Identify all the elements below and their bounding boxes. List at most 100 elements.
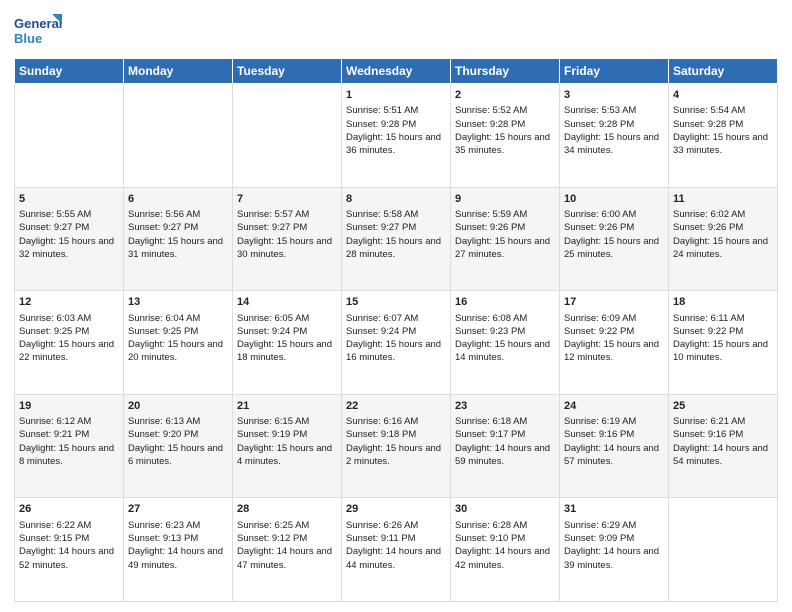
day-number: 29 xyxy=(346,502,446,517)
weekday-tuesday: Tuesday xyxy=(233,59,342,84)
day-number: 16 xyxy=(455,295,555,310)
day-info-line: Sunset: 9:28 PM xyxy=(455,118,555,131)
day-number: 27 xyxy=(128,502,228,517)
day-info-line: Sunrise: 6:09 AM xyxy=(564,312,664,325)
day-info-line: Sunrise: 6:26 AM xyxy=(346,519,446,532)
day-info-line: Sunrise: 6:12 AM xyxy=(19,415,119,428)
day-info-line: Sunrise: 5:53 AM xyxy=(564,104,664,117)
day-number: 1 xyxy=(346,88,446,103)
page: GeneralBlue SundayMondayTuesdayWednesday… xyxy=(0,0,792,612)
day-cell-22: 22Sunrise: 6:16 AMSunset: 9:18 PMDayligh… xyxy=(342,394,451,498)
day-info-line: Sunset: 9:12 PM xyxy=(237,532,337,545)
day-info-line: Sunrise: 6:15 AM xyxy=(237,415,337,428)
day-cell-3: 3Sunrise: 5:53 AMSunset: 9:28 PMDaylight… xyxy=(560,84,669,188)
day-number: 2 xyxy=(455,88,555,103)
day-cell-2: 2Sunrise: 5:52 AMSunset: 9:28 PMDaylight… xyxy=(451,84,560,188)
day-info-line: Daylight: 15 hours and 6 minutes. xyxy=(128,442,228,469)
day-info-line: Sunset: 9:25 PM xyxy=(19,325,119,338)
day-info-line: Sunrise: 6:28 AM xyxy=(455,519,555,532)
day-number: 31 xyxy=(564,502,664,517)
svg-text:General: General xyxy=(14,16,62,31)
empty-cell xyxy=(15,84,124,188)
day-info-line: Daylight: 15 hours and 22 minutes. xyxy=(19,338,119,365)
day-info-line: Daylight: 15 hours and 2 minutes. xyxy=(346,442,446,469)
day-cell-21: 21Sunrise: 6:15 AMSunset: 9:19 PMDayligh… xyxy=(233,394,342,498)
day-info-line: Sunset: 9:13 PM xyxy=(128,532,228,545)
day-info-line: Sunset: 9:28 PM xyxy=(346,118,446,131)
day-info-line: Sunset: 9:16 PM xyxy=(564,428,664,441)
day-info-line: Sunset: 9:17 PM xyxy=(455,428,555,441)
day-info-line: Sunrise: 5:55 AM xyxy=(19,208,119,221)
calendar-table: SundayMondayTuesdayWednesdayThursdayFrid… xyxy=(14,58,778,602)
day-number: 20 xyxy=(128,399,228,414)
day-info-line: Daylight: 15 hours and 18 minutes. xyxy=(237,338,337,365)
day-cell-6: 6Sunrise: 5:56 AMSunset: 9:27 PMDaylight… xyxy=(124,187,233,291)
day-cell-15: 15Sunrise: 6:07 AMSunset: 9:24 PMDayligh… xyxy=(342,291,451,395)
day-info-line: Sunset: 9:26 PM xyxy=(673,221,773,234)
day-info-line: Daylight: 15 hours and 28 minutes. xyxy=(346,235,446,262)
day-info-line: Sunrise: 5:57 AM xyxy=(237,208,337,221)
day-cell-16: 16Sunrise: 6:08 AMSunset: 9:23 PMDayligh… xyxy=(451,291,560,395)
day-cell-19: 19Sunrise: 6:12 AMSunset: 9:21 PMDayligh… xyxy=(15,394,124,498)
day-cell-31: 31Sunrise: 6:29 AMSunset: 9:09 PMDayligh… xyxy=(560,498,669,602)
day-number: 10 xyxy=(564,192,664,207)
week-row-3: 19Sunrise: 6:12 AMSunset: 9:21 PMDayligh… xyxy=(15,394,778,498)
day-number: 11 xyxy=(673,192,773,207)
svg-text:Blue: Blue xyxy=(14,31,42,46)
day-info-line: Sunset: 9:21 PM xyxy=(19,428,119,441)
day-info-line: Sunrise: 6:08 AM xyxy=(455,312,555,325)
day-cell-26: 26Sunrise: 6:22 AMSunset: 9:15 PMDayligh… xyxy=(15,498,124,602)
logo: GeneralBlue xyxy=(14,10,64,50)
day-cell-13: 13Sunrise: 6:04 AMSunset: 9:25 PMDayligh… xyxy=(124,291,233,395)
day-info-line: Daylight: 15 hours and 33 minutes. xyxy=(673,131,773,158)
day-number: 15 xyxy=(346,295,446,310)
day-cell-17: 17Sunrise: 6:09 AMSunset: 9:22 PMDayligh… xyxy=(560,291,669,395)
day-cell-11: 11Sunrise: 6:02 AMSunset: 9:26 PMDayligh… xyxy=(669,187,778,291)
day-info-line: Sunrise: 6:03 AM xyxy=(19,312,119,325)
week-row-2: 12Sunrise: 6:03 AMSunset: 9:25 PMDayligh… xyxy=(15,291,778,395)
day-number: 21 xyxy=(237,399,337,414)
day-info-line: Sunrise: 6:11 AM xyxy=(673,312,773,325)
day-info-line: Sunrise: 5:59 AM xyxy=(455,208,555,221)
empty-cell xyxy=(124,84,233,188)
day-info-line: Sunset: 9:10 PM xyxy=(455,532,555,545)
day-info-line: Sunrise: 6:21 AM xyxy=(673,415,773,428)
weekday-monday: Monday xyxy=(124,59,233,84)
day-info-line: Sunrise: 5:52 AM xyxy=(455,104,555,117)
day-info-line: Sunset: 9:26 PM xyxy=(564,221,664,234)
logo-svg: GeneralBlue xyxy=(14,10,64,50)
day-cell-12: 12 Sunrise: 6:03 AMSunset: 9:25 PMDayligh… xyxy=(15,291,124,395)
day-info-line: Sunset: 9:27 PM xyxy=(346,221,446,234)
day-info-line: Sunrise: 5:51 AM xyxy=(346,104,446,117)
day-info-line: Sunrise: 6:05 AM xyxy=(237,312,337,325)
day-info-line: Sunrise: 6:18 AM xyxy=(455,415,555,428)
day-info-line: Sunset: 9:28 PM xyxy=(673,118,773,131)
weekday-header-row: SundayMondayTuesdayWednesdayThursdayFrid… xyxy=(15,59,778,84)
day-info-line: Sunset: 9:20 PM xyxy=(128,428,228,441)
day-info-line: Daylight: 15 hours and 8 minutes. xyxy=(19,442,119,469)
day-cell-5: 5Sunrise: 5:55 AMSunset: 9:27 PMDaylight… xyxy=(15,187,124,291)
day-info-line: Sunrise: 6:02 AM xyxy=(673,208,773,221)
week-row-4: 26Sunrise: 6:22 AMSunset: 9:15 PMDayligh… xyxy=(15,498,778,602)
day-number: 12 xyxy=(19,295,119,310)
day-info-line: Sunset: 9:24 PM xyxy=(346,325,446,338)
day-cell-1: 1Sunrise: 5:51 AMSunset: 9:28 PMDaylight… xyxy=(342,84,451,188)
weekday-sunday: Sunday xyxy=(15,59,124,84)
weekday-thursday: Thursday xyxy=(451,59,560,84)
day-info-line: Sunset: 9:19 PM xyxy=(237,428,337,441)
day-number: 5 xyxy=(19,192,119,207)
empty-cell xyxy=(669,498,778,602)
day-number: 25 xyxy=(673,399,773,414)
day-info-line: Sunrise: 5:58 AM xyxy=(346,208,446,221)
day-number: 30 xyxy=(455,502,555,517)
day-info-line: Sunset: 9:09 PM xyxy=(564,532,664,545)
day-number: 4 xyxy=(673,88,773,103)
day-cell-24: 24Sunrise: 6:19 AMSunset: 9:16 PMDayligh… xyxy=(560,394,669,498)
day-info-line: Sunrise: 6:16 AM xyxy=(346,415,446,428)
day-info-line: Daylight: 15 hours and 27 minutes. xyxy=(455,235,555,262)
weekday-saturday: Saturday xyxy=(669,59,778,84)
day-info-line: Sunset: 9:24 PM xyxy=(237,325,337,338)
day-info-line: Sunrise: 5:54 AM xyxy=(673,104,773,117)
day-info-line: Daylight: 15 hours and 25 minutes. xyxy=(564,235,664,262)
day-info-line: Daylight: 14 hours and 49 minutes. xyxy=(128,545,228,572)
